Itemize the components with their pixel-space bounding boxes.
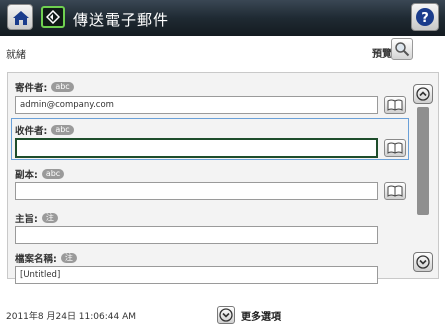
to-address-book-button[interactable] [384, 139, 406, 157]
subject-label: 主旨: [15, 214, 38, 225]
cc-address-book-button[interactable] [384, 182, 406, 200]
svg-text:?: ? [421, 11, 429, 26]
timestamp: 2011年8 月24日 11:06:44 AM [6, 312, 137, 322]
filename-keyboard-badge: 注 [60, 253, 77, 263]
cc-keyboard-badge: abc [41, 169, 65, 179]
more-options-label[interactable]: 更多選項 [241, 308, 281, 323]
filename-label: 檔案名稱: [15, 254, 57, 265]
filename-label-row: 檔案名稱: 注 [15, 251, 77, 265]
from-address-book-button[interactable] [384, 96, 406, 114]
scrollbar-thumb[interactable] [417, 107, 429, 215]
cc-field[interactable] [15, 182, 378, 200]
send-email-icon [41, 6, 65, 28]
subject-field[interactable] [15, 226, 378, 244]
page-title: 傳送電子郵件 [73, 11, 170, 29]
to-label-row: 收件者: abc [15, 123, 74, 137]
title-bar: 傳送電子郵件 ? [0, 0, 445, 36]
scroll-down-button[interactable] [413, 252, 433, 272]
preview-button[interactable] [391, 38, 413, 60]
from-field[interactable]: admin@company.com [15, 96, 378, 114]
to-label: 收件者: [15, 126, 48, 137]
subject-label-row: 主旨: 注 [15, 211, 58, 225]
home-button[interactable] [7, 4, 33, 30]
help-button[interactable]: ? [411, 3, 439, 31]
filename-field[interactable]: [Untitled] [15, 266, 378, 284]
from-label: 寄件者: [15, 83, 48, 94]
status-text: 就緒 [6, 50, 26, 61]
subject-keyboard-badge: 注 [41, 213, 58, 223]
to-field[interactable] [15, 138, 378, 158]
scroll-up-button[interactable] [413, 84, 433, 104]
from-label-row: 寄件者: abc [15, 80, 74, 94]
cc-label-row: 副本: abc [15, 167, 65, 181]
more-options-button[interactable] [217, 306, 235, 324]
to-keyboard-badge: abc [51, 125, 74, 135]
cc-label: 副本: [15, 170, 38, 181]
preview-label: 預覽 [372, 49, 392, 60]
from-keyboard-badge: abc [51, 82, 74, 92]
